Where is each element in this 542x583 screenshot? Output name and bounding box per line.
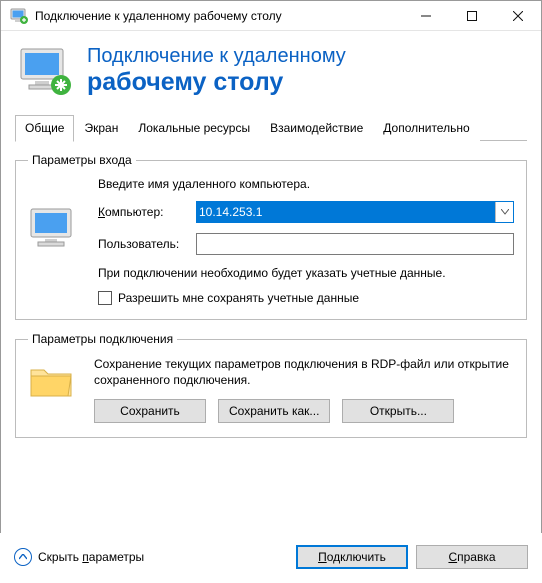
connect-button[interactable]: Подключить (296, 545, 408, 569)
connection-group: Параметры подключения Сохранение текущих… (15, 332, 527, 437)
tab-display[interactable]: Экран (74, 115, 128, 141)
computer-dropdown-button[interactable] (495, 202, 513, 222)
login-group: Параметры входа Введите имя удаленного к… (15, 153, 527, 320)
footer: Скрыть параметры Подключить Справка (0, 533, 542, 583)
collapse-options[interactable]: Скрыть параметры (14, 548, 288, 566)
banner-line1: Подключение к удаленному (87, 45, 346, 68)
tab-content-general: Параметры входа Введите имя удаленного к… (1, 141, 541, 458)
tab-general[interactable]: Общие (15, 115, 74, 142)
computer-icon (28, 206, 80, 252)
user-label: Пользователь: (98, 237, 188, 251)
open-button[interactable]: Открыть... (342, 399, 454, 423)
header-banner: Подключение к удаленному рабочему столу (1, 31, 541, 115)
save-as-button[interactable]: Сохранить как... (218, 399, 330, 423)
help-button[interactable]: Справка (416, 545, 528, 569)
folder-icon (28, 360, 74, 402)
save-credentials-label: Разрешить мне сохранять учетные данные (118, 291, 359, 305)
connection-text: Сохранение текущих параметров подключени… (94, 356, 514, 388)
collapse-label: Скрыть параметры (38, 550, 144, 564)
banner-text: Подключение к удаленному рабочему столу (87, 45, 346, 97)
rdp-banner-icon (17, 45, 73, 97)
computer-combo[interactable] (196, 201, 514, 223)
window-controls (403, 1, 541, 30)
user-input[interactable] (196, 233, 514, 255)
tab-advanced[interactable]: Дополнительно (373, 115, 479, 141)
computer-input[interactable] (197, 202, 495, 222)
titlebar: Подключение к удаленному рабочему столу (1, 1, 541, 31)
connection-legend: Параметры подключения (28, 332, 177, 346)
banner-line2: рабочему столу (87, 68, 346, 97)
tabstrip: Общие Экран Локальные ресурсы Взаимодейс… (1, 115, 541, 141)
close-button[interactable] (495, 1, 541, 30)
computer-label: Компьютер: (98, 205, 188, 219)
login-legend: Параметры входа (28, 153, 136, 167)
window-title: Подключение к удаленному рабочему столу (35, 9, 403, 23)
credentials-note: При подключении необходимо будет указать… (98, 265, 514, 281)
chevron-up-icon (14, 548, 32, 566)
login-instruction: Введите имя удаленного компьютера. (98, 177, 514, 191)
maximize-button[interactable] (449, 1, 495, 30)
app-icon (9, 6, 29, 26)
save-credentials-checkbox[interactable] (98, 291, 112, 305)
save-button[interactable]: Сохранить (94, 399, 206, 423)
minimize-button[interactable] (403, 1, 449, 30)
tab-experience[interactable]: Взаимодействие (260, 115, 373, 141)
tab-local-resources[interactable]: Локальные ресурсы (128, 115, 260, 141)
